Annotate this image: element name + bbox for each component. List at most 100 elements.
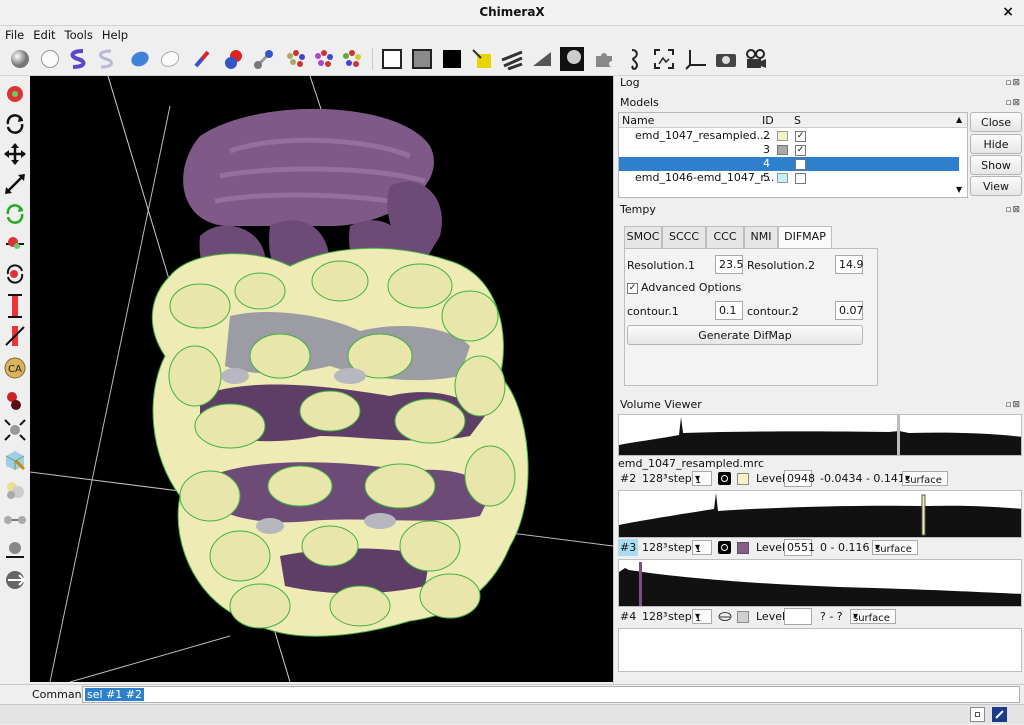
command-input[interactable]: sel #1 #2 xyxy=(82,686,1020,703)
histogram-empty[interactable] xyxy=(618,628,1022,672)
log-panel-controls[interactable]: ▫⊠ xyxy=(1005,78,1021,88)
sphere-icon[interactable] xyxy=(8,47,32,71)
model-shown-checkbox[interactable] xyxy=(795,173,806,184)
ball-outline-icon[interactable] xyxy=(38,47,62,71)
model-color-swatch[interactable] xyxy=(777,173,788,183)
col-id[interactable]: ID xyxy=(762,114,774,127)
surface-blob-icon[interactable] xyxy=(128,47,152,71)
movie-camera-icon[interactable] xyxy=(744,47,768,71)
resize-icon[interactable] xyxy=(3,418,27,442)
col-name[interactable]: Name xyxy=(622,114,654,127)
tab-ccc[interactable]: CCC xyxy=(706,226,744,248)
model-color-swatch[interactable] xyxy=(777,145,788,155)
level-input[interactable]: 0948 xyxy=(784,470,815,487)
silhouette-icon[interactable] xyxy=(560,47,584,71)
puzzle-icon[interactable] xyxy=(592,47,616,71)
camera-icon[interactable] xyxy=(714,47,738,71)
menu-edit[interactable]: Edit xyxy=(28,26,59,42)
rotamer-icon[interactable] xyxy=(3,538,27,562)
model-row-selected[interactable]: 4 xyxy=(619,157,959,171)
black-background-icon[interactable] xyxy=(440,47,464,71)
surface-outline-icon[interactable] xyxy=(158,47,182,71)
bond-icon[interactable] xyxy=(3,508,27,532)
model-color-swatch[interactable] xyxy=(777,131,788,141)
menu-help[interactable]: Help xyxy=(97,26,132,42)
delete-bond-icon[interactable] xyxy=(3,324,27,348)
model-shown-checkbox[interactable]: ✓ xyxy=(795,145,806,156)
hide-model-button[interactable]: Hide xyxy=(970,134,1022,154)
resolution2-input[interactable]: 14.9 xyxy=(835,255,864,274)
tab-smoc[interactable]: SMOC xyxy=(624,226,662,248)
models-panel-controls[interactable]: ▫⊠ xyxy=(1005,98,1021,108)
scroll-down-icon[interactable]: ▼ xyxy=(956,185,962,194)
mesh-style-icon[interactable] xyxy=(718,611,732,622)
select-icon[interactable] xyxy=(3,82,27,106)
graphics-toggle-icon[interactable] xyxy=(992,707,1007,722)
seahorse-icon[interactable] xyxy=(622,47,646,71)
ball-stick-icon[interactable] xyxy=(222,47,246,71)
models-table[interactable]: Name ID S ▲ emd_1047_resampled.... 2 ✓ 3… xyxy=(618,112,968,198)
translate-icon[interactable] xyxy=(3,142,27,166)
light-flat-icon[interactable] xyxy=(530,47,554,71)
level-input[interactable]: 0551 xyxy=(784,539,815,556)
snapshot-icon[interactable] xyxy=(652,47,676,71)
volume-color-swatch[interactable] xyxy=(737,542,749,554)
contour1-input[interactable]: 0.1 xyxy=(715,301,743,320)
tab-difmap[interactable]: DIFMAP xyxy=(778,226,832,249)
molecule-colored-icon[interactable] xyxy=(312,47,336,71)
col-shown[interactable]: S xyxy=(794,114,801,127)
model-row[interactable]: emd_1046-emd_1047_r... 5 xyxy=(619,171,959,185)
ribbon-outline-icon[interactable] xyxy=(94,47,118,71)
volume-color-swatch[interactable] xyxy=(737,611,749,623)
move-atoms-icon[interactable] xyxy=(3,232,27,256)
molecule-icon[interactable] xyxy=(284,47,308,71)
rotate-icon[interactable] xyxy=(3,112,27,136)
stick-icon[interactable] xyxy=(190,47,214,71)
ribbon-icon[interactable] xyxy=(66,47,90,71)
show-model-button[interactable]: Show xyxy=(970,155,1022,175)
style-icon[interactable] xyxy=(718,472,731,485)
map-icon[interactable] xyxy=(3,448,27,472)
resolution1-input[interactable]: 23.5 xyxy=(715,255,744,274)
step-select[interactable]: 1 ▾ xyxy=(692,609,712,624)
ca-label-icon[interactable]: CA xyxy=(3,356,27,380)
volume-color-swatch[interactable] xyxy=(737,473,749,485)
close-window-icon[interactable]: × xyxy=(1002,4,1014,20)
swapaa-icon[interactable] xyxy=(3,262,27,286)
histogram-2[interactable] xyxy=(618,414,1022,456)
step-select[interactable]: 1 ▾ xyxy=(692,471,712,486)
axes-icon[interactable] xyxy=(684,47,708,71)
play-icon[interactable] xyxy=(3,568,27,592)
light-full-icon[interactable] xyxy=(500,47,524,71)
step-select[interactable]: 1 ▾ xyxy=(692,540,712,555)
contour2-input[interactable]: 0.07 xyxy=(835,301,864,320)
model-row[interactable]: emd_1047_resampled.... 2 ✓ xyxy=(619,129,959,143)
white-background-icon[interactable] xyxy=(380,47,404,71)
model-shown-checkbox[interactable] xyxy=(795,159,806,170)
tug-icon[interactable] xyxy=(3,478,27,502)
histogram-3[interactable] xyxy=(618,490,1022,538)
atom-stick-icon[interactable] xyxy=(252,47,276,71)
graphics-viewport[interactable] xyxy=(30,76,613,682)
style-icon[interactable] xyxy=(718,541,731,554)
pick-blob-icon[interactable] xyxy=(3,388,27,412)
rotate-selected-icon[interactable] xyxy=(3,202,27,226)
tab-sccc[interactable]: SCCC xyxy=(662,226,706,248)
scroll-up-icon[interactable]: ▲ xyxy=(956,115,962,124)
molecule-hetero-icon[interactable] xyxy=(340,47,364,71)
volume-viewer-controls[interactable]: ▫⊠ xyxy=(1005,400,1021,410)
menu-tools[interactable]: Tools xyxy=(60,26,97,42)
close-model-button[interactable]: Close xyxy=(970,112,1022,132)
tempy-panel-controls[interactable]: ▫⊠ xyxy=(1005,205,1021,215)
zoom-icon[interactable] xyxy=(3,172,27,196)
style-select[interactable]: surface ▾ xyxy=(850,609,896,624)
log-toggle-icon[interactable] xyxy=(970,707,985,722)
model-shown-checkbox[interactable]: ✓ xyxy=(795,131,806,142)
gray-background-icon[interactable] xyxy=(410,47,434,71)
level-input[interactable] xyxy=(784,608,812,625)
generate-difmap-button[interactable]: Generate DifMap xyxy=(627,325,863,345)
model-row[interactable]: 3 ✓ xyxy=(619,143,959,157)
menu-file[interactable]: File xyxy=(0,26,28,42)
style-select[interactable]: surface ▾ xyxy=(872,540,918,555)
tab-nmi[interactable]: NMI xyxy=(744,226,778,248)
